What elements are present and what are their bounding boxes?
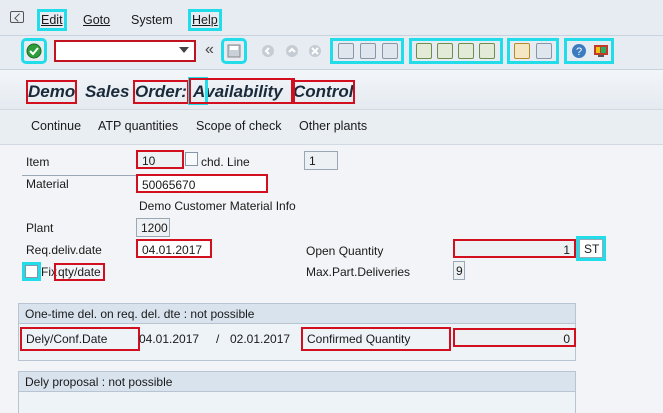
menu-system[interactable]: System xyxy=(131,13,173,27)
page-title-word: Sales xyxy=(85,82,130,101)
conf-date: 02.01.2017 xyxy=(230,332,291,346)
collapse-icon[interactable]: « xyxy=(205,41,214,59)
menu-bar: Edit Goto System Help xyxy=(0,0,663,36)
first-page-icon xyxy=(416,43,432,59)
scope-of-check-button[interactable]: Scope of check xyxy=(196,119,281,133)
dely-proposal-header: Dely proposal : not possible xyxy=(19,372,575,392)
open-qty-label: Open Quantity xyxy=(306,244,384,258)
page-title-word: Control xyxy=(290,80,356,104)
max-part-deliveries-label: Max.Part.Deliveries xyxy=(306,265,411,279)
cancel-icon xyxy=(309,45,321,57)
continue-button[interactable]: Continue xyxy=(31,119,81,133)
new-session-icon xyxy=(514,43,530,59)
page-title-word: Order: xyxy=(133,80,189,104)
new-session-button[interactable] xyxy=(512,41,532,61)
prev-page-button[interactable] xyxy=(435,41,455,61)
find-icon xyxy=(360,43,376,59)
print-icon xyxy=(338,43,354,59)
menu-help[interactable]: Help xyxy=(188,9,222,31)
find-next-icon xyxy=(382,43,398,59)
enter-button[interactable] xyxy=(21,38,47,64)
first-page-button[interactable] xyxy=(414,41,434,61)
customer-material-info: Demo Customer Material Info xyxy=(139,199,296,213)
dely-proposal-section: Dely proposal : not possible xyxy=(18,371,576,413)
date-separator: / xyxy=(216,332,220,346)
up-icon xyxy=(286,45,298,57)
title-highlight xyxy=(189,78,295,104)
fix-checkbox[interactable] xyxy=(22,262,41,281)
open-qty-field[interactable]: 1 xyxy=(453,239,576,258)
fix-label: Fix xyxy=(41,265,57,279)
menu-edit[interactable]: Edit xyxy=(37,9,67,31)
cancel-button[interactable] xyxy=(305,41,325,61)
print-button[interactable] xyxy=(336,41,356,61)
req-deliv-date-label: Req.deliv.date xyxy=(26,243,102,257)
save-icon xyxy=(227,44,241,58)
prev-page-icon xyxy=(437,43,453,59)
chevron-down-icon[interactable] xyxy=(179,47,189,53)
item-field[interactable]: 10 xyxy=(136,150,184,169)
page-title-word: Demo xyxy=(25,80,78,104)
find-button[interactable] xyxy=(358,41,378,61)
other-plants-button[interactable]: Other plants xyxy=(299,119,367,133)
dely-conf-date-label: Dely/Conf.Date xyxy=(20,327,140,351)
help-icon: ? xyxy=(572,44,586,58)
shortcut-icon xyxy=(536,43,552,59)
last-page-icon xyxy=(479,43,495,59)
back-button[interactable] xyxy=(258,41,278,61)
layout-icon xyxy=(594,45,608,57)
dely-date: 04.01.2017 xyxy=(139,332,200,346)
material-field[interactable]: 50065670 xyxy=(136,174,268,193)
schd-line-label: chd. Line xyxy=(201,155,250,169)
plant-field[interactable]: 1200 xyxy=(136,218,170,237)
atp-quantities-button[interactable]: ATP quantities xyxy=(98,119,178,133)
qty-date-label: qty/date xyxy=(54,263,105,281)
next-page-button[interactable] xyxy=(456,41,476,61)
next-page-icon xyxy=(458,43,474,59)
schd-line-field[interactable]: 1 xyxy=(304,151,338,170)
copy-icon[interactable] xyxy=(185,152,198,166)
last-page-button[interactable] xyxy=(477,41,497,61)
svg-text:?: ? xyxy=(576,46,582,58)
title-bar: Demo Sales Order: Availability Control xyxy=(0,70,663,110)
menu-goto[interactable]: Goto xyxy=(83,13,110,27)
one-time-delivery-header: One-time del. on req. del. dte : not pos… xyxy=(19,304,575,324)
exit-button[interactable] xyxy=(282,41,302,61)
command-field[interactable] xyxy=(54,40,196,62)
confirmed-qty-label: Confirmed Quantity xyxy=(301,327,451,351)
open-qty-unit[interactable]: ST xyxy=(576,236,606,261)
application-toolbar: Continue ATP quantities Scope of check O… xyxy=(0,110,663,145)
req-deliv-date-field[interactable]: 04.01.2017 xyxy=(136,239,212,258)
confirmed-qty-field[interactable]: 0 xyxy=(453,328,576,347)
find-next-button[interactable] xyxy=(380,41,400,61)
max-part-deliveries-field[interactable]: 9 xyxy=(453,261,465,280)
help-button[interactable]: ? xyxy=(569,41,589,61)
save-button[interactable] xyxy=(221,38,247,64)
shortcut-button[interactable] xyxy=(534,41,554,61)
plant-label: Plant xyxy=(26,221,54,235)
exit-icon[interactable] xyxy=(10,11,24,23)
check-icon xyxy=(26,43,42,59)
back-icon xyxy=(262,45,274,57)
main-content: Item 10 chd. Line 1 Material 50065670 De… xyxy=(0,145,663,413)
customize-layout-button[interactable] xyxy=(591,41,611,61)
item-label: Item xyxy=(26,155,50,169)
material-separator xyxy=(22,175,136,191)
